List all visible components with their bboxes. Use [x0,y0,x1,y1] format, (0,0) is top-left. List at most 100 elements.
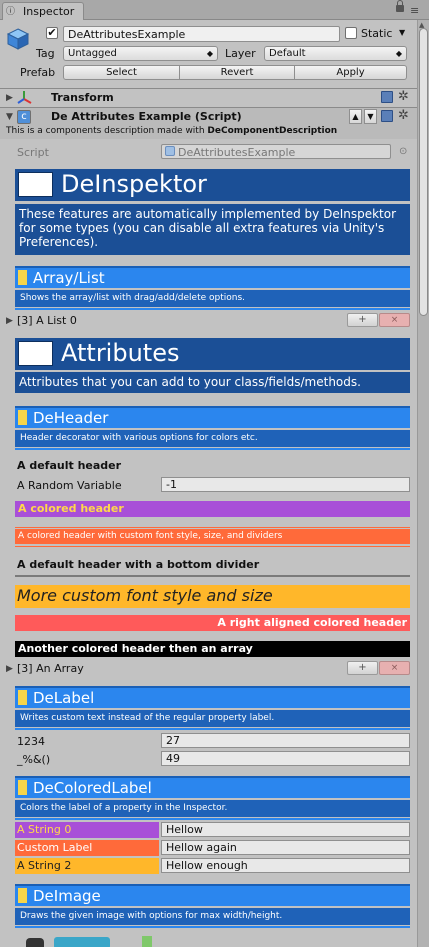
static-label: Static [361,27,393,40]
preview-image [18,934,158,947]
decoloredlabel-description: Colors the label of a property in the In… [15,800,410,817]
help-book-icon[interactable] [381,91,393,103]
delabel-header: DeLabel [15,686,410,708]
colored-label-row-label: A String 0 [15,822,159,838]
deimage-header: DeImage [15,884,410,906]
divider [15,308,410,310]
colored-label-row-label: Custom Label [15,840,159,856]
attributes-title: Attributes [15,338,410,370]
bottom-divider-header: A default header with a bottom divider [17,558,260,571]
attributes-title-text: Attributes [61,339,180,367]
deinspektor-title: DeInspektor [15,169,410,201]
decoloredlabel-title: DeColoredLabel [33,779,152,797]
array-delete-button[interactable]: × [379,661,410,675]
foldout-arrow-icon[interactable]: ▼ [6,112,13,122]
divider [15,575,410,577]
scrollbar-thumb[interactable] [419,28,428,316]
layer-value: Default [269,48,306,59]
cube-icon [6,28,30,50]
menu-icon[interactable]: ≡ [410,4,419,17]
array-list-title: Array/List [33,269,105,287]
default-header: A default header [17,459,122,472]
divider [15,527,410,528]
divider [15,546,410,547]
deheader-title: DeHeader [33,409,109,427]
delabel-row-field[interactable]: 49 [161,751,410,766]
gear-icon[interactable]: ✲ [398,109,409,122]
array-list-header: Array/List [15,266,410,288]
active-checkbox[interactable]: ✔ [46,27,58,39]
deheader-description: Header decorator with various options fo… [15,430,410,447]
list-delete-button[interactable]: × [379,313,410,327]
tag-label: Tag [36,47,55,60]
foldout-arrow-icon[interactable]: ▶ [6,93,13,103]
right-aligned-header: A right aligned colored header [15,615,410,631]
custom-style-header: A colored header with custom font style,… [15,529,410,544]
divider [15,818,410,820]
delabel-row-label: _%&() [17,753,51,766]
layer-label: Layer [225,47,256,60]
attributes-description: Attributes that you can add to your clas… [15,372,410,393]
array-list-description: Shows the array/list with drag/add/delet… [15,290,410,307]
script-component-title: De Attributes Example (Script) [51,110,242,123]
deinspektor-title-text: DeInspektor [61,170,207,198]
deimage-description: Draws the given image with options for m… [15,908,410,925]
delabel-row-field[interactable]: 27 [161,733,410,748]
component-description-bold: DeComponentDescription [207,126,338,136]
header-marker-icon [18,410,27,425]
object-name-field[interactable]: DeAttributesExample [63,26,340,42]
move-up-button[interactable]: ▲ [349,109,362,124]
title-square-icon [18,341,53,366]
deimage-title: DeImage [33,887,101,905]
colored-label-row-field[interactable]: Hellow again [161,840,410,855]
chevron-down-icon: ◆ [395,49,402,58]
gear-icon[interactable]: ✲ [398,90,409,103]
lock-icon[interactable] [396,0,404,12]
script-object-field: DeAttributesExample [161,144,391,159]
colored-label-row-label: A String 2 [15,858,159,874]
colored-label-row-field[interactable]: Hellow [161,822,410,837]
tag-dropdown[interactable]: Untagged ◆ [63,46,218,61]
transform-title: Transform [51,91,114,104]
chevron-down-icon: ◆ [206,49,213,58]
random-variable-field[interactable]: -1 [161,477,410,492]
prefab-apply-button[interactable]: Apply [295,65,407,80]
divider [15,926,410,928]
transform-axes-icon [17,91,32,104]
title-square-icon [18,172,53,197]
script-label: Script [17,146,49,159]
random-variable-label: A Random Variable [17,479,122,492]
prefab-select-button[interactable]: Select [63,65,180,80]
static-dropdown-icon[interactable]: ▼ [399,28,405,37]
move-down-button[interactable]: ▼ [364,109,377,124]
divider [15,448,410,450]
header-marker-icon [18,780,27,795]
layer-dropdown[interactable]: Default ◆ [264,46,407,61]
array-header: Another colored header then an array [15,641,410,657]
static-checkbox[interactable] [345,27,357,39]
list-add-button[interactable]: + [347,313,378,327]
deinspektor-description: These features are automatically impleme… [15,204,410,255]
delabel-description: Writes custom text instead of the regula… [15,710,410,727]
custom-font-header: More custom font style and size [15,585,410,608]
colored-label-row-field[interactable]: Hellow enough [161,858,410,873]
object-picker-icon[interactable]: ⊙ [399,146,407,157]
help-book-icon[interactable] [381,110,393,122]
tag-value: Untagged [68,48,117,59]
header-marker-icon [18,270,27,285]
divider [15,728,410,730]
foldout-arrow-icon[interactable]: ▶ [6,664,13,674]
array-add-button[interactable]: + [347,661,378,675]
header-marker-icon [18,888,27,903]
info-icon: ⓘ [6,7,16,17]
header-marker-icon [18,690,27,705]
list-foldout-label[interactable]: [3] A List 0 [17,314,77,327]
prefab-label: Prefab [20,66,56,79]
foldout-arrow-icon[interactable]: ▶ [6,316,13,326]
deheader-header: DeHeader [15,406,410,428]
array-foldout-label[interactable]: [3] An Array [17,662,84,675]
decoloredlabel-header: DeColoredLabel [15,776,410,798]
colored-header: A colored header [15,501,410,517]
delabel-row-label: 1234 [17,735,45,748]
prefab-revert-button[interactable]: Revert [180,65,295,80]
